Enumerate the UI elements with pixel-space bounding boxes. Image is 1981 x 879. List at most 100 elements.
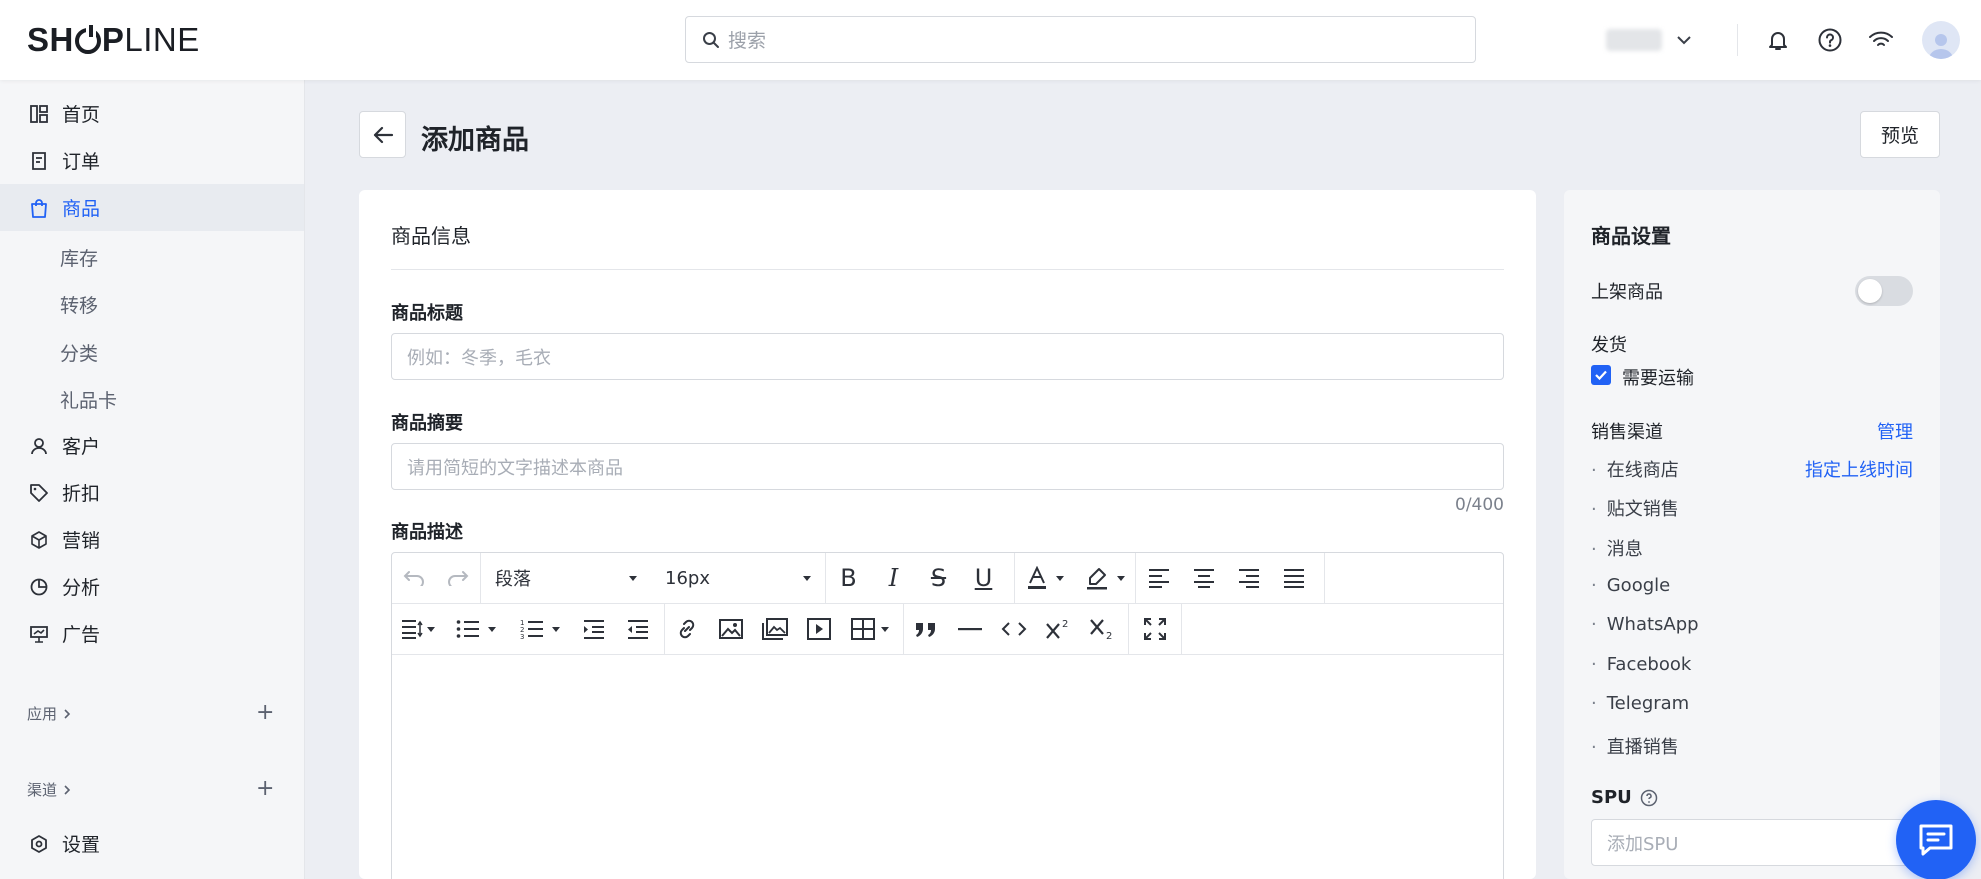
bold-button[interactable]: B — [826, 553, 871, 604]
billboard-icon — [28, 623, 50, 645]
sidebar-item-discounts[interactable]: 折扣 — [0, 469, 304, 516]
toolbar-separator — [1324, 552, 1325, 604]
add-channel-button[interactable]: + — [256, 778, 274, 800]
insert-link-button[interactable] — [665, 604, 709, 655]
align-left-button[interactable] — [1136, 553, 1181, 604]
subscript-icon: 2 — [1090, 619, 1112, 640]
line-height-icon — [402, 620, 423, 639]
publish-label: 上架商品 — [1591, 282, 1663, 303]
rich-text-editor: 段落 16px B I S U 1 2 3 2 2 — [391, 552, 1504, 879]
user-avatar-button[interactable] — [1922, 0, 1960, 80]
svg-text:3: 3 — [520, 633, 524, 639]
account-switcher[interactable] — [1606, 0, 1692, 80]
code-button[interactable] — [992, 604, 1036, 655]
sidebar-item-customers[interactable]: 客户 — [0, 422, 304, 469]
publish-toggle[interactable] — [1855, 276, 1913, 306]
code-icon — [1001, 622, 1027, 636]
horizontal-rule-button[interactable] — [948, 604, 992, 655]
title-label: 商品标题 — [391, 303, 463, 324]
sidebar-subitem-categories[interactable]: 分类 — [60, 339, 98, 366]
add-app-button[interactable]: + — [256, 702, 274, 724]
horizontal-rule-icon — [958, 628, 982, 631]
indent-button[interactable] — [572, 604, 616, 655]
sidebar-subitem-inventory[interactable]: 库存 — [60, 244, 98, 271]
underline-button[interactable]: U — [961, 553, 1006, 604]
subscript-button[interactable]: 2 — [1080, 604, 1124, 655]
back-button[interactable] — [359, 111, 406, 158]
highlight-color-button[interactable] — [1075, 553, 1135, 604]
bullet-list-icon — [456, 620, 479, 638]
requires-shipping-label[interactable]: 需要运输 — [1622, 364, 1694, 390]
shopline-logo[interactable]: SH P LINE — [27, 18, 200, 62]
blockquote-button[interactable] — [904, 604, 948, 655]
sidebar-item-orders[interactable]: 订单 — [0, 137, 304, 184]
superscript-button[interactable]: 2 — [1036, 604, 1080, 655]
search-icon — [703, 31, 719, 48]
manage-channels-link[interactable]: 管理 — [1877, 418, 1913, 444]
sidebar-group-channels[interactable]: 渠道 — [27, 779, 71, 800]
summary-char-counter: 0/400 — [1455, 495, 1504, 515]
summary-label: 商品摘要 — [391, 413, 463, 434]
sidebar-item-label: 首页 — [62, 104, 101, 126]
group-label: 渠道 — [27, 781, 58, 799]
align-right-button[interactable] — [1226, 553, 1271, 604]
preview-button[interactable]: 预览 — [1860, 111, 1940, 158]
channel-name: Facebook — [1606, 654, 1692, 675]
italic-icon: I — [888, 564, 899, 592]
caret-down-icon — [488, 626, 496, 632]
sidebar-group-apps[interactable]: 应用 — [27, 703, 71, 724]
sidebar-item-ads[interactable]: 广告 — [0, 610, 304, 657]
sidebar-item-label: 分析 — [62, 577, 101, 599]
summary-input[interactable]: 请用简短的文字描述本商品 — [391, 443, 1504, 490]
align-right-icon — [1238, 569, 1259, 588]
outdent-button[interactable] — [616, 604, 660, 655]
align-center-button[interactable] — [1181, 553, 1226, 604]
font-size-select[interactable]: 16px — [651, 553, 825, 604]
sidebar-subitem-transfers[interactable]: 转移 — [60, 291, 98, 318]
sidebar-item-marketing[interactable]: 营销 — [0, 516, 304, 563]
channel-name: 直播销售 — [1606, 737, 1679, 758]
chat-support-button[interactable] — [1896, 800, 1976, 879]
editor-content-area[interactable] — [392, 656, 1503, 879]
highlighter-icon — [1087, 568, 1107, 590]
redo-button[interactable] — [436, 553, 480, 604]
channel-item: · WhatsApp — [1591, 614, 1699, 635]
text-color-button[interactable] — [1015, 553, 1075, 604]
insert-image-button[interactable] — [709, 604, 753, 655]
fullscreen-button[interactable] — [1129, 604, 1181, 655]
bullet-list-button[interactable] — [444, 604, 508, 655]
sidebar-item-home[interactable]: 首页 — [0, 90, 304, 137]
spu-input[interactable]: 添加SPU — [1591, 819, 1913, 866]
insert-video-button[interactable] — [797, 604, 841, 655]
summary-placeholder: 请用简短的文字描述本商品 — [407, 457, 623, 479]
numbered-list-button[interactable]: 123 — [508, 604, 572, 655]
insert-table-button[interactable] — [841, 604, 899, 655]
image-gallery-button[interactable] — [753, 604, 797, 655]
align-justify-button[interactable] — [1271, 553, 1316, 604]
schedule-publish-link[interactable]: 指定上线时间 — [1805, 456, 1913, 482]
sidebar-subitem-gift-cards[interactable]: 礼品卡 — [60, 386, 117, 413]
help-icon[interactable] — [1640, 789, 1658, 807]
italic-button[interactable]: I — [871, 553, 916, 604]
strikethrough-button[interactable]: S — [916, 553, 961, 604]
account-name-blurred — [1606, 29, 1662, 51]
chevron-down-icon — [1677, 36, 1691, 45]
sidebar-item-products[interactable]: 商品 — [0, 184, 304, 231]
notifications-button[interactable] — [1766, 0, 1790, 80]
group-label: 应用 — [27, 705, 58, 723]
bold-icon: B — [840, 564, 857, 592]
caret-down-icon — [427, 626, 435, 632]
requires-shipping-checkbox[interactable] — [1591, 365, 1611, 385]
undo-button[interactable] — [392, 553, 436, 604]
line-height-button[interactable] — [392, 604, 444, 655]
connection-status[interactable] — [1868, 0, 1894, 80]
block-format-select[interactable]: 段落 — [481, 553, 651, 604]
sidebar-item-analytics[interactable]: 分析 — [0, 563, 304, 610]
search-input[interactable]: 搜索 — [685, 16, 1476, 63]
align-center-icon — [1193, 569, 1214, 588]
title-input[interactable]: 例如：冬季，毛衣 — [391, 333, 1504, 380]
help-button[interactable] — [1817, 0, 1843, 80]
channel-name: 在线商店 — [1606, 460, 1679, 481]
svg-text:2: 2 — [1062, 619, 1068, 630]
sidebar-item-settings[interactable]: 设置 — [0, 820, 304, 867]
